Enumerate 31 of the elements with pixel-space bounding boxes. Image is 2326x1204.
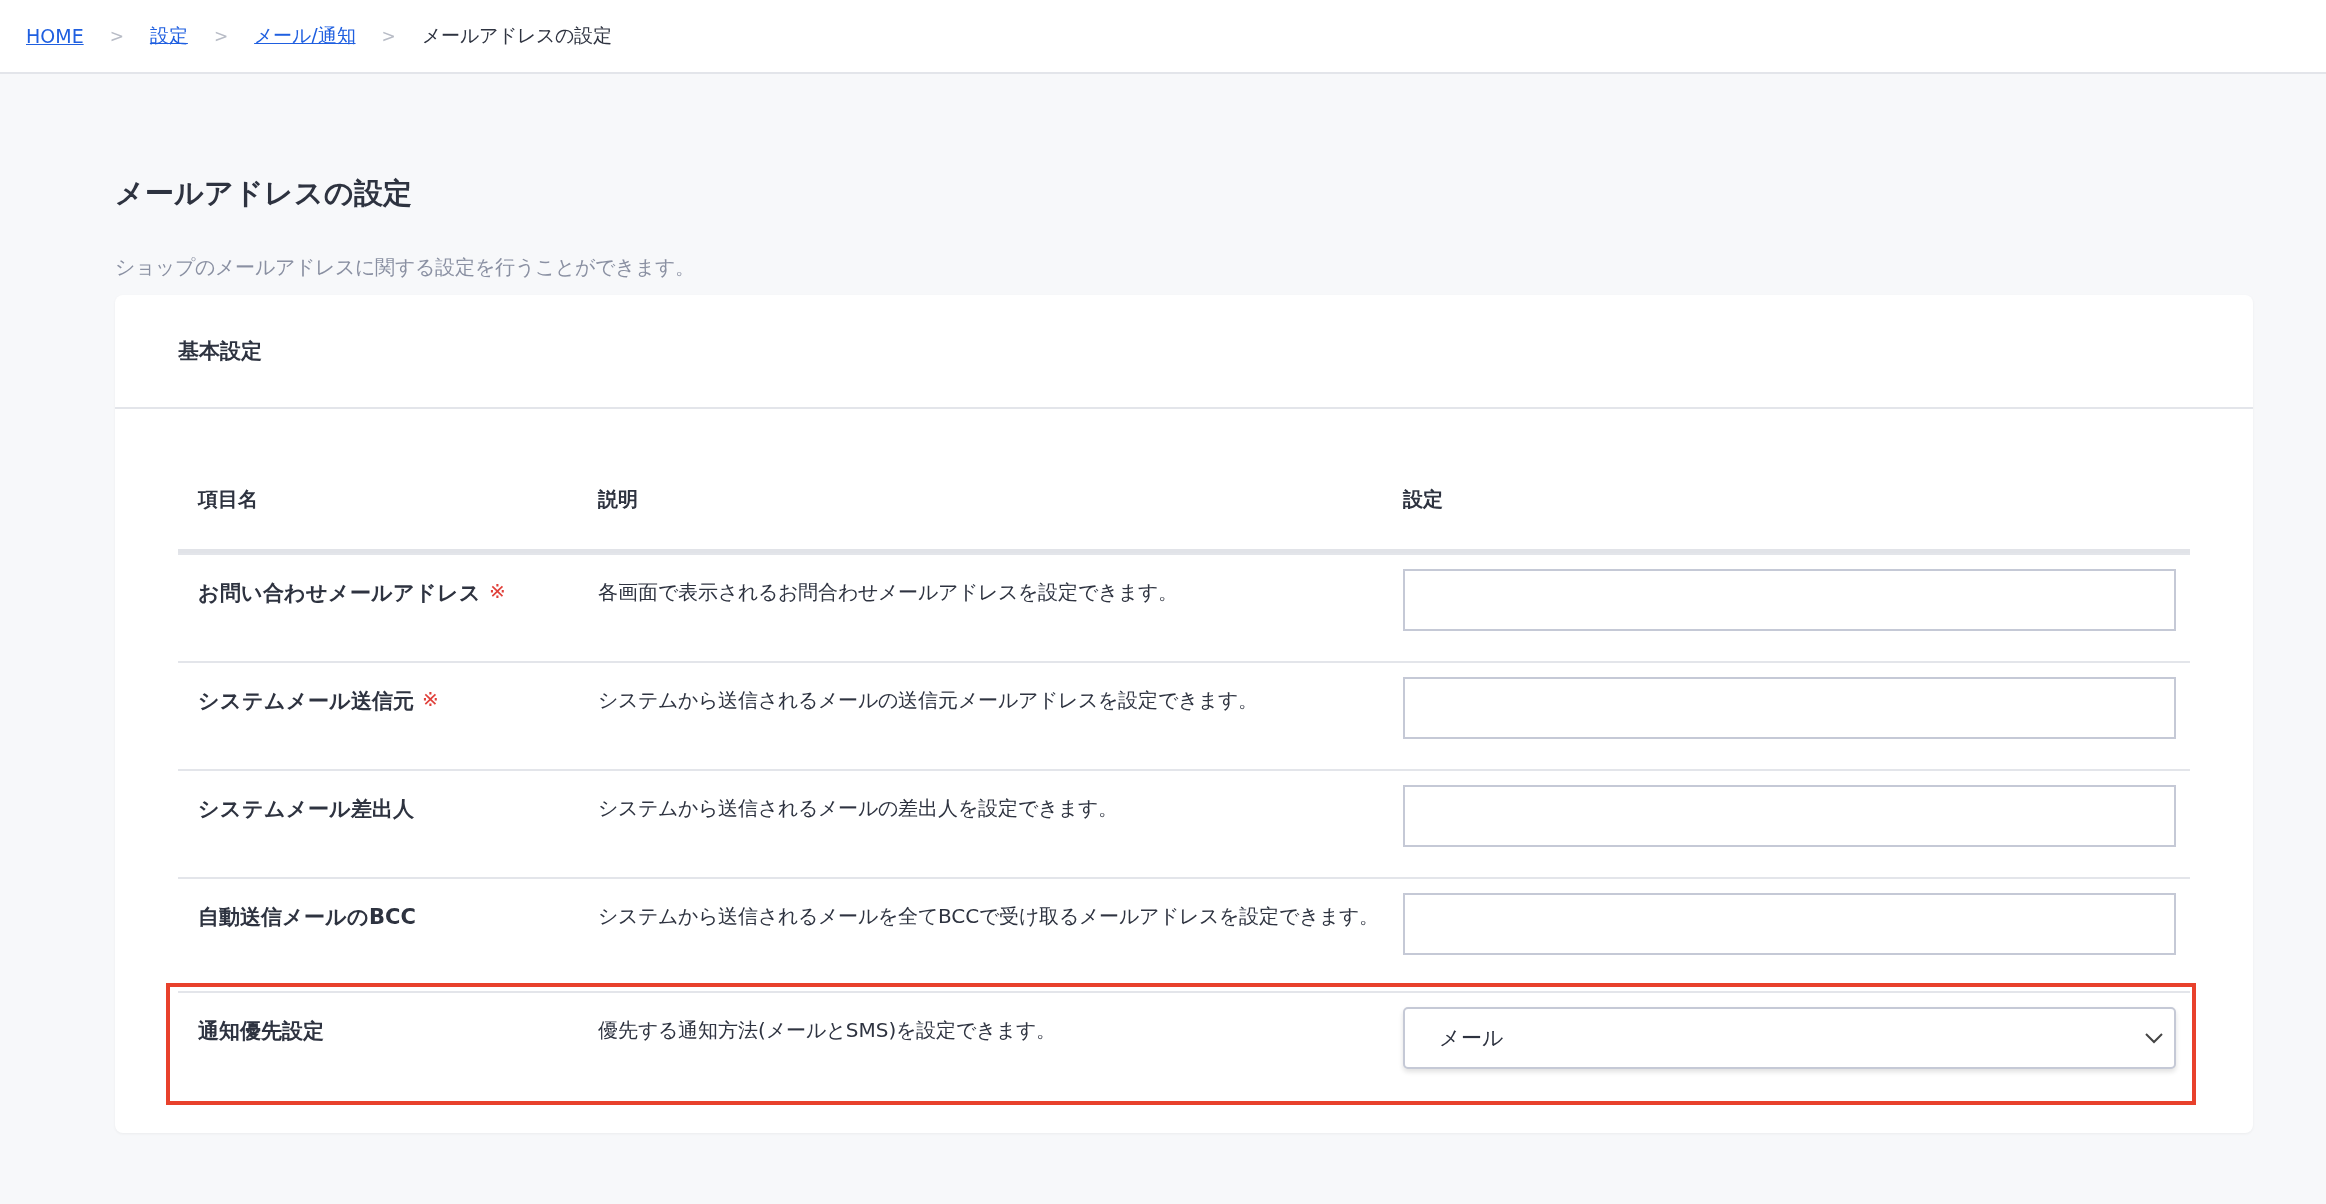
required-mark: ※ (489, 579, 506, 603)
page-description: ショップのメールアドレスに関する設定を行うことができます。 (115, 254, 696, 281)
breadcrumb-link[interactable]: メール/通知 (254, 23, 356, 49)
item-description: システムから送信されるメールを全てBCCで受け取るメールアドレスを設定できます。 (598, 903, 1381, 930)
column-header: 説明 (598, 485, 639, 513)
chevron-down-icon (2144, 1032, 2164, 1044)
page-title: メールアドレスの設定 (115, 175, 413, 212)
dropdown-select[interactable]: メール (1403, 1007, 2176, 1069)
text-field[interactable] (1403, 785, 2176, 847)
item-description: システムから送信されるメールの差出人を設定できます。 (598, 795, 1119, 822)
item-name: 通知優先設定 (198, 1018, 324, 1045)
item-description: 優先する通知方法(メールとSMS)を設定できます。 (598, 1017, 1058, 1044)
text-field[interactable] (1403, 677, 2176, 739)
breadcrumb-link[interactable]: HOME (26, 25, 84, 47)
breadcrumb-separator: > (109, 26, 124, 46)
item-description: 各画面で表示されるお問合わせメールアドレスを設定できます。 (598, 579, 1179, 606)
text-field[interactable] (1403, 569, 2176, 631)
column-header: 設定 (1403, 485, 1444, 513)
item-name: システムメール送信元 (198, 688, 414, 715)
breadcrumb-link[interactable]: 設定 (149, 23, 188, 49)
card-title: 基本設定 (115, 295, 2253, 409)
current-page-label: メールアドレスの設定 (421, 23, 612, 48)
required-mark: ※ (422, 687, 439, 711)
item-description: システムから送信されるメールの送信元メールアドレスを設定できます。 (598, 687, 1259, 714)
text-field[interactable] (1403, 893, 2176, 955)
item-name: 自動送信メールのBCC (198, 904, 416, 931)
breadcrumb-separator: > (381, 26, 396, 46)
column-header: 項目名 (198, 485, 259, 513)
item-name: お問い合わせメールアドレス (198, 580, 481, 607)
item-name: システムメール差出人 (198, 796, 414, 823)
breadcrumb-separator: > (213, 26, 229, 46)
